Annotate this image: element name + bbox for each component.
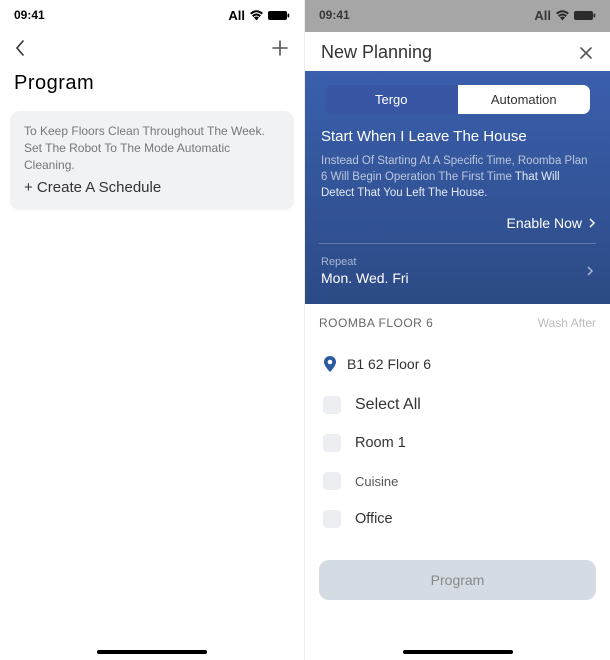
room-label: Office	[355, 511, 393, 527]
select-all-row[interactable]: Select All	[319, 386, 596, 424]
hero-section: Tergo Automation Start When I Leave The …	[305, 71, 610, 304]
wash-after-label: Wash After	[538, 316, 596, 330]
repeat-value: Mon. Wed. Fri	[321, 270, 409, 286]
battery-icon	[268, 10, 290, 21]
status-bar: 09:41 All	[0, 0, 304, 30]
back-button[interactable]	[14, 39, 25, 57]
page-title: Program	[0, 66, 304, 107]
room-row[interactable]: Office	[319, 500, 596, 538]
location-row[interactable]: B1 62 Floor 6	[319, 342, 596, 386]
hero-description: Instead Of Starting At A Specific Time, …	[321, 153, 594, 201]
program-button[interactable]: Program	[319, 560, 596, 600]
checkbox-select-all[interactable]	[323, 396, 341, 414]
checkbox-room[interactable]	[323, 510, 341, 528]
wifi-icon	[249, 10, 264, 21]
location-text: B1 62 Floor 6	[347, 356, 431, 372]
room-label: Room 1	[355, 435, 406, 451]
enable-now-button[interactable]: Enable Now	[319, 215, 596, 231]
close-button[interactable]	[578, 45, 594, 61]
device-name: ROOMBA FLOOR 6	[319, 316, 433, 330]
checkbox-room[interactable]	[323, 472, 341, 490]
new-planning-modal: New Planning Tergo Automation Start When…	[305, 32, 610, 660]
repeat-label: Repeat	[321, 256, 409, 268]
checkbox-room[interactable]	[323, 434, 341, 452]
background-dim	[305, 0, 610, 32]
divider	[319, 243, 596, 244]
room-row[interactable]: Room 1	[319, 424, 596, 462]
tab-automation[interactable]: Automation	[458, 85, 591, 114]
enable-label: Enable Now	[507, 215, 583, 231]
status-time: 09:41	[14, 8, 45, 22]
carrier-text: All	[228, 8, 245, 23]
tab-tergo[interactable]: Tergo	[325, 85, 458, 114]
create-schedule-action: + Create A Schedule	[24, 179, 280, 196]
room-label: Cuisine	[355, 474, 398, 489]
chevron-right-icon	[586, 265, 594, 277]
location-pin-icon	[323, 356, 337, 372]
chevron-right-icon	[588, 217, 596, 229]
select-all-label: Select All	[355, 396, 421, 414]
modal-title: New Planning	[321, 42, 432, 63]
add-button[interactable]	[270, 38, 290, 58]
hero-title: Start When I Leave The House	[321, 128, 594, 145]
home-indicator	[97, 650, 207, 654]
nav-bar	[0, 30, 304, 66]
mode-tabs: Tergo Automation	[325, 85, 590, 114]
room-row[interactable]: Cuisine	[319, 462, 596, 500]
list-header: ROOMBA FLOOR 6 Wash After	[305, 304, 610, 342]
card-description: To Keep Floors Clean Throughout The Week…	[24, 123, 280, 173]
home-indicator	[403, 650, 513, 654]
repeat-row[interactable]: Repeat Mon. Wed. Fri	[319, 254, 596, 286]
create-schedule-card[interactable]: To Keep Floors Clean Throughout The Week…	[10, 111, 294, 210]
